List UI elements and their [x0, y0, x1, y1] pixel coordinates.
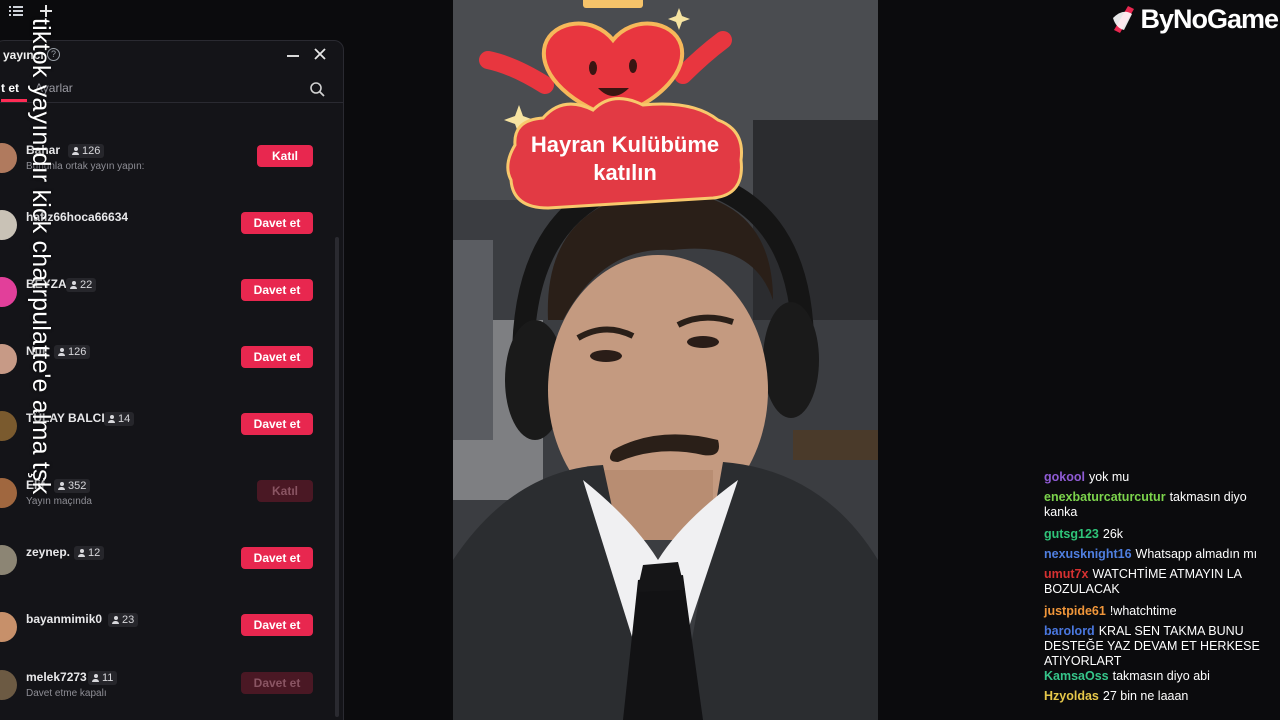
chat-username[interactable]: justpide61	[1044, 604, 1106, 618]
chat-message: justpide61 !whatchtime	[1044, 604, 1276, 619]
chat-text: 27 bin ne laaan	[1102, 689, 1189, 703]
viewer-count-badge: 126	[54, 345, 91, 359]
overlay-vertical-text: tiktok yayınıdır kick chatrpulatte'e alm…	[27, 18, 55, 495]
chat-username[interactable]: umut7x	[1044, 567, 1088, 581]
list-icon[interactable]	[8, 3, 24, 19]
chat-text: yok mu	[1088, 470, 1130, 484]
avatar[interactable]	[0, 612, 17, 642]
invite-button[interactable]: Davet et	[241, 547, 313, 569]
avatar[interactable]	[0, 277, 17, 307]
invite-button[interactable]: Davet et	[241, 614, 313, 636]
avatar[interactable]	[0, 143, 17, 173]
viewer-count: 12	[88, 547, 101, 559]
person-icon	[58, 348, 65, 356]
viewer-count-badge: 23	[108, 613, 139, 627]
viewer-count-badge: 352	[54, 479, 91, 493]
viewer-count-badge: 11	[88, 671, 118, 685]
streamer-video: Hayran Kulübüme katılın	[453, 0, 878, 720]
chat-text: !whatchtime	[1109, 604, 1177, 618]
person-icon	[70, 281, 77, 289]
avatar[interactable]	[0, 210, 17, 240]
avatar[interactable]	[0, 670, 17, 700]
chat-username[interactable]: barolord	[1044, 624, 1095, 638]
close-icon	[314, 48, 326, 60]
active-tab-indicator	[1, 99, 27, 102]
person-icon	[108, 415, 115, 423]
person-icon	[92, 674, 99, 682]
minimize-button[interactable]	[287, 55, 299, 57]
banner-line-1: Hayran Kulübüme	[531, 132, 719, 157]
logo-text: ByNoGame	[1140, 3, 1279, 34]
bynogame-mark-icon	[1113, 6, 1135, 33]
avatar[interactable]	[0, 478, 17, 508]
viewer-count: 126	[82, 145, 101, 157]
close-button[interactable]	[311, 46, 329, 64]
chat-username[interactable]: Hzyoldas	[1044, 689, 1099, 703]
invite-button: Davet et	[241, 672, 313, 694]
viewer-count-badge: 12	[74, 546, 105, 560]
chat-message: umut7x WATCHTİME ATMAYIN LA BOZULACAK	[1044, 567, 1276, 597]
person-icon	[72, 147, 79, 155]
chat-username[interactable]: gokool	[1044, 470, 1085, 484]
chat-username[interactable]: nexusknight16	[1044, 547, 1132, 561]
viewer-count-badge: 126	[68, 144, 105, 158]
viewer-count: 14	[118, 413, 131, 425]
chat-message: KamsaOss takmasın diyo abi	[1044, 669, 1276, 684]
join-button[interactable]: Katıl	[257, 145, 313, 167]
viewer-count: 11	[102, 672, 114, 684]
chat-text: 26k	[1102, 527, 1124, 541]
camera-feed: Hayran Kulübüme katılın	[453, 0, 878, 720]
chat-username[interactable]: enexbaturcaturcutur	[1044, 490, 1166, 504]
chat-text: Whatsapp almadın mı	[1135, 547, 1258, 561]
join-button: Katıl	[257, 480, 313, 502]
scrollbar[interactable]	[335, 237, 339, 717]
person-icon	[58, 482, 65, 490]
chat-message: gokool yok mu	[1044, 470, 1276, 485]
viewer-count-badge: 22	[66, 278, 97, 292]
avatar[interactable]	[0, 411, 17, 441]
tab-invite[interactable]: t et	[1, 81, 19, 95]
brand-logo: ByNoGame	[1110, 2, 1279, 36]
chat-message: nexusknight16 Whatsapp almadın mı	[1044, 547, 1276, 562]
chat-username[interactable]: KamsaOss	[1044, 669, 1109, 683]
person-icon	[78, 549, 85, 557]
invite-button[interactable]: Davet et	[241, 279, 313, 301]
avatar[interactable]	[0, 344, 17, 374]
chat-username[interactable]: gutsg123	[1044, 527, 1099, 541]
stream-screen: yayıncı ? t et Ayarlar Bahar 126 Bununla o…	[0, 0, 1280, 720]
plus-icon[interactable]	[38, 3, 54, 19]
avatar[interactable]	[0, 545, 17, 575]
viewer-count: 22	[80, 279, 93, 291]
viewer-count-badge: 14	[104, 412, 135, 426]
chat-message: barolord KRAL SEN TAKMA BUNU DESTEĞE YAZ …	[1044, 624, 1276, 669]
viewer-count: 126	[68, 346, 87, 358]
viewer-count: 352	[68, 480, 87, 492]
chat-message: Hzyoldas 27 bin ne laaan	[1044, 689, 1276, 704]
chat-message: gutsg123 26k	[1044, 527, 1276, 542]
chat-text: takmasın diyo abi	[1112, 669, 1210, 683]
invite-button[interactable]: Davet et	[241, 413, 313, 435]
invite-button[interactable]: Davet et	[241, 346, 313, 368]
invite-button[interactable]: Davet et	[241, 212, 313, 234]
search-icon[interactable]	[309, 81, 325, 97]
banner-line-2: katılın	[593, 160, 657, 185]
person-icon	[112, 616, 119, 624]
viewer-count: 23	[122, 614, 135, 626]
chat-message: enexbaturcaturcutur takmasın diyo kanka	[1044, 490, 1276, 520]
